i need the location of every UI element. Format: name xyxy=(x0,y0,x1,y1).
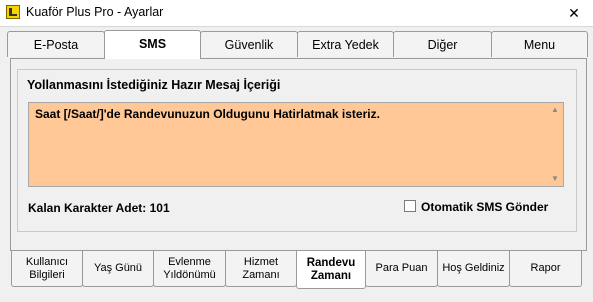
title-bar: Kuaför Plus Pro - Ayarlar ✕ xyxy=(0,0,593,27)
subtab-hizmet-zamani[interactable]: Hizmet Zamanı xyxy=(225,251,297,287)
tab-diger[interactable]: Diğer xyxy=(393,31,492,57)
auto-sms-label[interactable]: Otomatik SMS Gönder xyxy=(421,200,548,214)
tab-label: SMS xyxy=(138,37,167,51)
subtab-label: Hizmet Zamanı xyxy=(242,255,280,281)
subtab-label: Rapor xyxy=(530,262,561,274)
auto-sms-checkbox[interactable] xyxy=(404,200,416,212)
close-icon[interactable]: ✕ xyxy=(555,0,593,26)
top-tab-bar: E-Posta SMS Güvenlik Extra Yedek Diğer M… xyxy=(0,30,593,59)
message-group: Yollanmasını İstediğiniz Hazır Mesaj İçe… xyxy=(17,69,577,232)
scroll-down-icon[interactable]: ▼ xyxy=(547,172,563,186)
tab-label: Menu xyxy=(523,38,556,52)
subtab-rapor[interactable]: Rapor xyxy=(509,251,582,287)
app-logo-icon xyxy=(6,5,20,19)
subtab-label: Kullanıcı Bilgileri xyxy=(25,255,69,281)
message-scrollbar[interactable]: ▲ ▼ xyxy=(547,103,563,186)
tab-guvenlik[interactable]: Güvenlik xyxy=(200,31,298,57)
tab-label: E-Posta xyxy=(33,38,79,52)
subtab-yas-gunu[interactable]: Yaş Günü xyxy=(82,251,154,287)
scroll-up-icon[interactable]: ▲ xyxy=(547,103,563,117)
tab-e-posta[interactable]: E-Posta xyxy=(7,31,105,57)
sms-settings-panel: Yollanmasını İstediğiniz Hazır Mesaj İçe… xyxy=(10,58,587,251)
subtab-label: Randevu Zamanı xyxy=(306,256,356,282)
remaining-characters: Kalan Karakter Adet: 101 xyxy=(28,201,170,215)
tab-label: Diğer xyxy=(427,38,458,52)
window-title: Kuaför Plus Pro - Ayarlar xyxy=(26,5,164,19)
subtab-label: Yaş Günü xyxy=(93,262,143,274)
subtab-label: Evlenme Yıldönümü xyxy=(163,255,216,281)
tab-menu[interactable]: Menu xyxy=(491,31,588,57)
subtab-hos-geldiniz[interactable]: Hoş Geldiniz xyxy=(437,251,510,287)
message-textarea[interactable]: Saat [/Saat/]'de Randevunuzun Oldugunu H… xyxy=(28,102,564,187)
subtab-kullanici-bilgileri[interactable]: Kullanıcı Bilgileri xyxy=(11,251,83,287)
message-text: Saat [/Saat/]'de Randevunuzun Oldugunu H… xyxy=(35,107,380,121)
subtab-label: Hoş Geldiniz xyxy=(442,262,505,274)
tab-extra-yedek[interactable]: Extra Yedek xyxy=(297,31,394,57)
message-group-title: Yollanmasını İstediğiniz Hazır Mesaj İçe… xyxy=(27,78,281,92)
subtab-randevu-zamani[interactable]: Randevu Zamanı xyxy=(296,251,366,289)
tab-label: Extra Yedek xyxy=(312,38,379,52)
subtab-label: Para Puan xyxy=(375,262,428,274)
tab-sms[interactable]: SMS xyxy=(104,30,201,59)
tab-label: Güvenlik xyxy=(224,38,274,52)
remaining-characters-value: 101 xyxy=(149,201,170,215)
subtab-evlenme-yildonumu[interactable]: Evlenme Yıldönümü xyxy=(153,251,226,287)
subtab-para-puan[interactable]: Para Puan xyxy=(365,251,438,287)
remaining-characters-label: Kalan Karakter Adet: xyxy=(28,201,147,215)
bottom-tab-bar: Kullanıcı Bilgileri Yaş Günü Evlenme Yıl… xyxy=(0,251,593,291)
